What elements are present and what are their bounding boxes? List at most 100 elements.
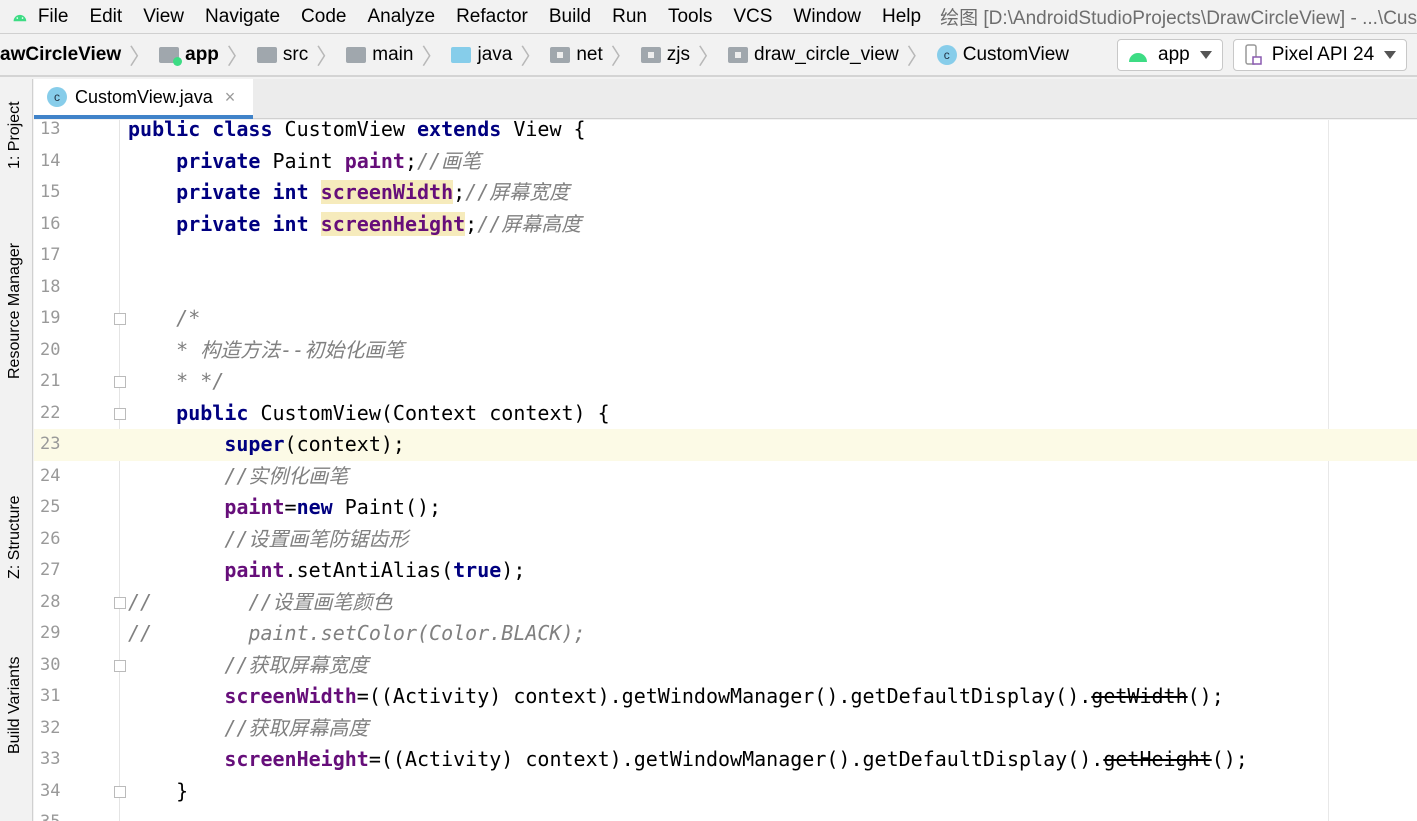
code-line[interactable]: 33 screenHeight=((Activity) context).get… — [34, 744, 1417, 776]
code-line[interactable]: 15 private int screenWidth;//屏幕宽度 — [34, 177, 1417, 209]
tool-tab-project[interactable]: 1: Project — [6, 101, 24, 169]
code-line[interactable]: 22 public CustomView(Context context) { — [34, 398, 1417, 430]
line-number: 31 — [40, 686, 61, 706]
menu-vcs[interactable]: VCS — [733, 6, 772, 27]
code-line[interactable]: 18 — [34, 272, 1417, 304]
code-token: = — [284, 495, 297, 519]
fold-marker-icon[interactable] — [114, 313, 126, 325]
code-token: CustomView — [284, 120, 417, 141]
code-line[interactable]: 30 //获取屏幕宽度 — [34, 650, 1417, 682]
menu-tools[interactable]: Tools — [668, 6, 712, 27]
breadcrumb-label: java — [477, 44, 513, 65]
menu-code[interactable]: Code — [301, 6, 346, 27]
breadcrumb-label: CustomView — [962, 44, 1070, 65]
code-token: screenHeight — [224, 747, 369, 771]
line-number: 30 — [40, 654, 61, 675]
code-line[interactable]: 35 — [34, 807, 1417, 821]
code-line[interactable]: 29 // paint.setColor(Color.BLACK); — [34, 618, 1417, 650]
code-editor[interactable]: 13 public class CustomView extends View {… — [34, 120, 1417, 821]
menu-build[interactable]: Build — [549, 6, 591, 27]
tool-tab-resource-manager[interactable]: Resource Manager — [6, 243, 24, 379]
breadcrumb-item[interactable]: draw_circle_view — [728, 44, 899, 66]
menu-analyze[interactable]: Analyze — [367, 6, 435, 27]
code-token: true — [453, 558, 502, 582]
code-token: //获取屏幕高度 — [128, 715, 369, 740]
menu-window[interactable]: Window — [793, 6, 861, 27]
run-config-select[interactable]: app — [1117, 39, 1223, 71]
breadcrumb-item[interactable]: java — [451, 44, 512, 66]
code-token: ; — [453, 180, 466, 204]
breadcrumb-item[interactable]: main — [346, 44, 413, 66]
code-token: private int — [176, 211, 321, 236]
code-token: ; — [404, 148, 418, 173]
line-number: 20 — [40, 339, 61, 360]
code-line[interactable]: 27 paint.setAntiAlias(true); — [34, 555, 1417, 587]
menu-help[interactable]: Help — [882, 6, 921, 27]
fold-marker-icon[interactable] — [114, 785, 126, 798]
code-token: screenWidth — [320, 180, 454, 204]
breadcrumb-item[interactable]: src — [256, 44, 308, 66]
code-text: //获取屏幕宽度 — [128, 650, 368, 682]
code-token: screenHeight — [320, 211, 466, 236]
code-text: private int screenWidth;//屏幕宽度 — [128, 177, 569, 209]
fold-marker-icon[interactable] — [114, 596, 126, 609]
menu-navigate[interactable]: Navigate — [205, 6, 280, 27]
code-line[interactable]: 24 //实例化画笔 — [34, 461, 1417, 493]
code-line[interactable]: 31 screenWidth=((Activity) context).getW… — [34, 681, 1417, 713]
class-icon: c — [936, 45, 957, 65]
run-config-label: app — [1158, 44, 1190, 65]
menu-edit[interactable]: Edit — [89, 6, 122, 27]
breadcrumb-item[interactable]: awCircleView — [0, 44, 121, 66]
menu-refactor[interactable]: Refactor — [456, 6, 528, 27]
breadcrumb-label: app — [185, 44, 219, 65]
close-icon[interactable]: × — [225, 87, 236, 108]
menu-run[interactable]: Run — [612, 6, 647, 27]
code-token: =((Activity) context).getWindowManager()… — [356, 684, 1092, 708]
line-number: 13 — [40, 120, 61, 139]
breadcrumb-item[interactable]: app — [159, 44, 219, 66]
code-line[interactable]: 17 — [34, 240, 1417, 272]
breadcrumb-item[interactable]: zjs — [640, 44, 690, 66]
breadcrumb-label: net — [576, 44, 603, 65]
breadcrumb-item[interactable]: net — [550, 44, 603, 66]
code-token: //画笔 — [417, 148, 482, 173]
tab-customview-java[interactable]: c CustomView.java × — [34, 79, 253, 119]
code-line[interactable]: 13 public class CustomView extends View { — [34, 120, 1417, 146]
code-line[interactable]: 23 super(context); — [34, 429, 1417, 461]
line-number: 21 — [40, 371, 61, 391]
tool-tab-structure[interactable]: Z: Structure — [6, 495, 24, 579]
window-title: 绘图 [D:\AndroidStudioProjects\DrawCircleV… — [940, 8, 1417, 29]
code-text: //获取屏幕高度 — [128, 713, 368, 745]
code-line[interactable]: 21 * */ — [34, 366, 1417, 398]
tool-tab-build-variants[interactable]: Build Variants — [6, 656, 24, 754]
menu-view[interactable]: View — [143, 6, 184, 27]
code-line[interactable]: 20 * 构造方法--初始化画笔 — [34, 335, 1417, 367]
folder-icon — [159, 47, 183, 66]
code-line[interactable]: 25 paint=new Paint(); — [34, 492, 1417, 524]
navigation-bar: awCircleView 〉 app 〉 src 〉 main 〉 java 〉 net 〉 zjs 〉 d… — [0, 35, 1417, 77]
code-line[interactable]: 26 //设置画笔防锯齿形 — [34, 524, 1417, 556]
fold-marker-icon[interactable] — [114, 659, 126, 672]
code-token: paint — [224, 558, 285, 582]
android-studio-logo — [13, 14, 27, 21]
code-text: super(context); — [128, 429, 405, 461]
code-token: super — [224, 432, 285, 456]
code-line[interactable]: 14 private Paint paint;//画笔 — [34, 146, 1417, 178]
fold-marker-icon[interactable] — [114, 376, 126, 388]
line-number: 24 — [40, 465, 61, 486]
breadcrumb-item[interactable]: c CustomView — [936, 44, 1070, 66]
code-line[interactable]: 16 private int screenHeight;//屏幕高度 — [34, 209, 1417, 241]
code-line[interactable]: 32 //获取屏幕高度 — [34, 713, 1417, 745]
device-select[interactable]: Pixel API 24 — [1232, 39, 1408, 71]
code-token: getWidth — [1091, 684, 1188, 708]
menu-file[interactable]: File — [38, 6, 69, 27]
line-number: 29 — [40, 623, 61, 643]
code-line[interactable]: 34 } — [34, 776, 1417, 808]
code-line[interactable]: 28 // //设置画笔颜色 — [34, 587, 1417, 619]
fold-marker-icon[interactable] — [114, 407, 126, 420]
code-token: * */ — [128, 369, 225, 393]
code-line[interactable]: 19 /* — [34, 303, 1417, 335]
folder-icon — [451, 47, 472, 63]
code-text: public CustomView(Context context) { — [128, 398, 610, 430]
